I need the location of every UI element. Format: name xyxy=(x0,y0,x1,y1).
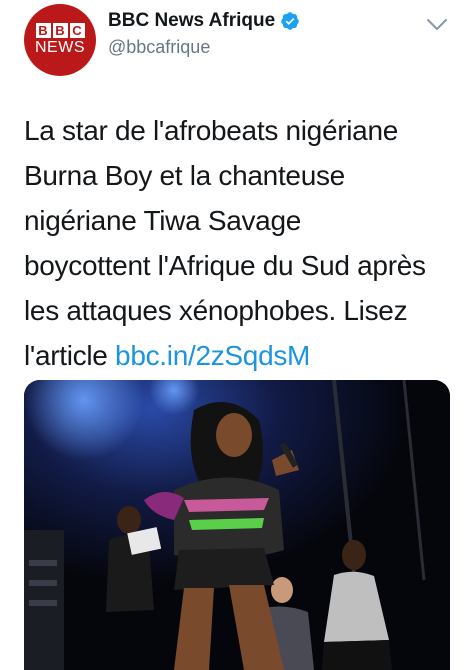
tweet-text-last-line: l'article bbc.in/2zSqdsM xyxy=(24,333,464,378)
handle[interactable]: @bbcafrique xyxy=(108,37,210,58)
verified-badge-icon xyxy=(281,12,299,30)
tweet-text-line: Burna Boy et la chanteuse xyxy=(24,160,345,191)
avatar[interactable]: B B C NEWS xyxy=(24,4,96,76)
logo-letter: B xyxy=(35,23,51,38)
tweet-text-prefix: l'article xyxy=(24,340,116,371)
tweet-text-line: nigériane Tiwa Savage xyxy=(24,205,301,236)
logo-word: NEWS xyxy=(35,39,85,56)
name-row: BBC News Afrique xyxy=(108,10,300,32)
tweet-header: B B C NEWS BBC News Afrique @bbcafrique xyxy=(0,0,474,90)
tweet-text-line: La star de l'afrobeats nigériane xyxy=(24,115,398,146)
article-link[interactable]: bbc.in/2zSqdsM xyxy=(115,340,310,371)
bbc-logo: B B C xyxy=(35,23,85,38)
logo-letter: C xyxy=(69,23,85,38)
concert-photo xyxy=(24,380,450,670)
tweet-text-line: boycottent l'Afrique du Sud après xyxy=(24,250,426,281)
tweet-photo[interactable] xyxy=(24,380,450,670)
display-name[interactable]: BBC News Afrique xyxy=(108,10,275,32)
tweet-text-line: les attaques xénophobes. Lisez xyxy=(24,295,408,326)
logo-letter: B xyxy=(52,23,68,38)
tweet-text: La star de l'afrobeats nigériane Burna B… xyxy=(24,108,464,378)
chevron-down-icon[interactable] xyxy=(426,18,448,32)
